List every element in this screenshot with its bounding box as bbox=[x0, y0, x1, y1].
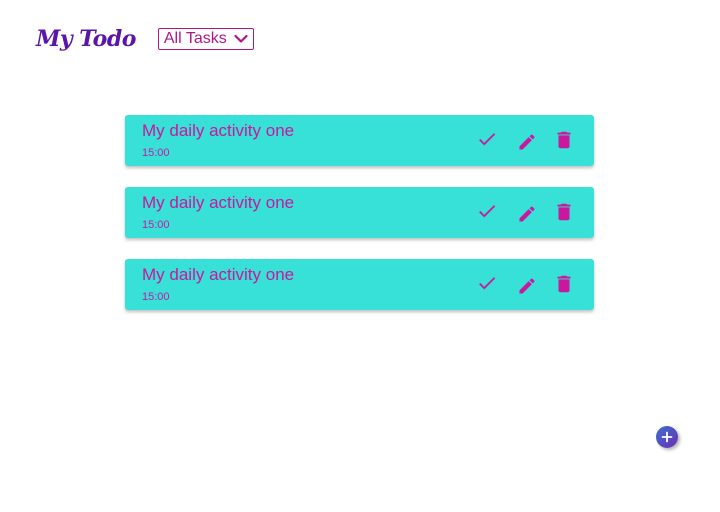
plus-icon bbox=[661, 428, 673, 447]
todo-title: My daily activity one bbox=[142, 193, 295, 212]
todo-title: My daily activity one bbox=[142, 265, 295, 284]
trash-icon[interactable] bbox=[553, 201, 575, 223]
task-filter-value: All Tasks bbox=[163, 30, 227, 47]
pencil-icon[interactable] bbox=[516, 131, 538, 153]
check-icon[interactable] bbox=[476, 272, 498, 294]
check-icon[interactable] bbox=[476, 128, 498, 150]
todo-time: 15:00 bbox=[142, 219, 170, 231]
trash-icon[interactable] bbox=[553, 273, 575, 295]
trash-icon[interactable] bbox=[553, 129, 575, 151]
todo-title: My daily activity one bbox=[142, 121, 295, 140]
todo-time: 15:00 bbox=[142, 291, 170, 303]
todo-app: My Todo All Tasks My daily activity one … bbox=[0, 0, 720, 512]
add-task-button[interactable] bbox=[656, 426, 678, 448]
header: My Todo All Tasks bbox=[36, 24, 254, 54]
app-title: My Todo bbox=[36, 26, 136, 52]
pencil-icon[interactable] bbox=[516, 275, 538, 297]
todo-item: My daily activity one 15:00 bbox=[125, 115, 594, 166]
todo-list: My daily activity one 15:00 My daily act… bbox=[125, 115, 594, 331]
chevron-down-icon bbox=[233, 31, 249, 47]
todo-time: 15:00 bbox=[142, 147, 170, 159]
todo-item: My daily activity one 15:00 bbox=[125, 259, 594, 310]
todo-item: My daily activity one 15:00 bbox=[125, 187, 594, 238]
pencil-icon[interactable] bbox=[516, 203, 538, 225]
task-filter-select[interactable]: All Tasks bbox=[157, 28, 254, 50]
check-icon[interactable] bbox=[476, 200, 498, 222]
